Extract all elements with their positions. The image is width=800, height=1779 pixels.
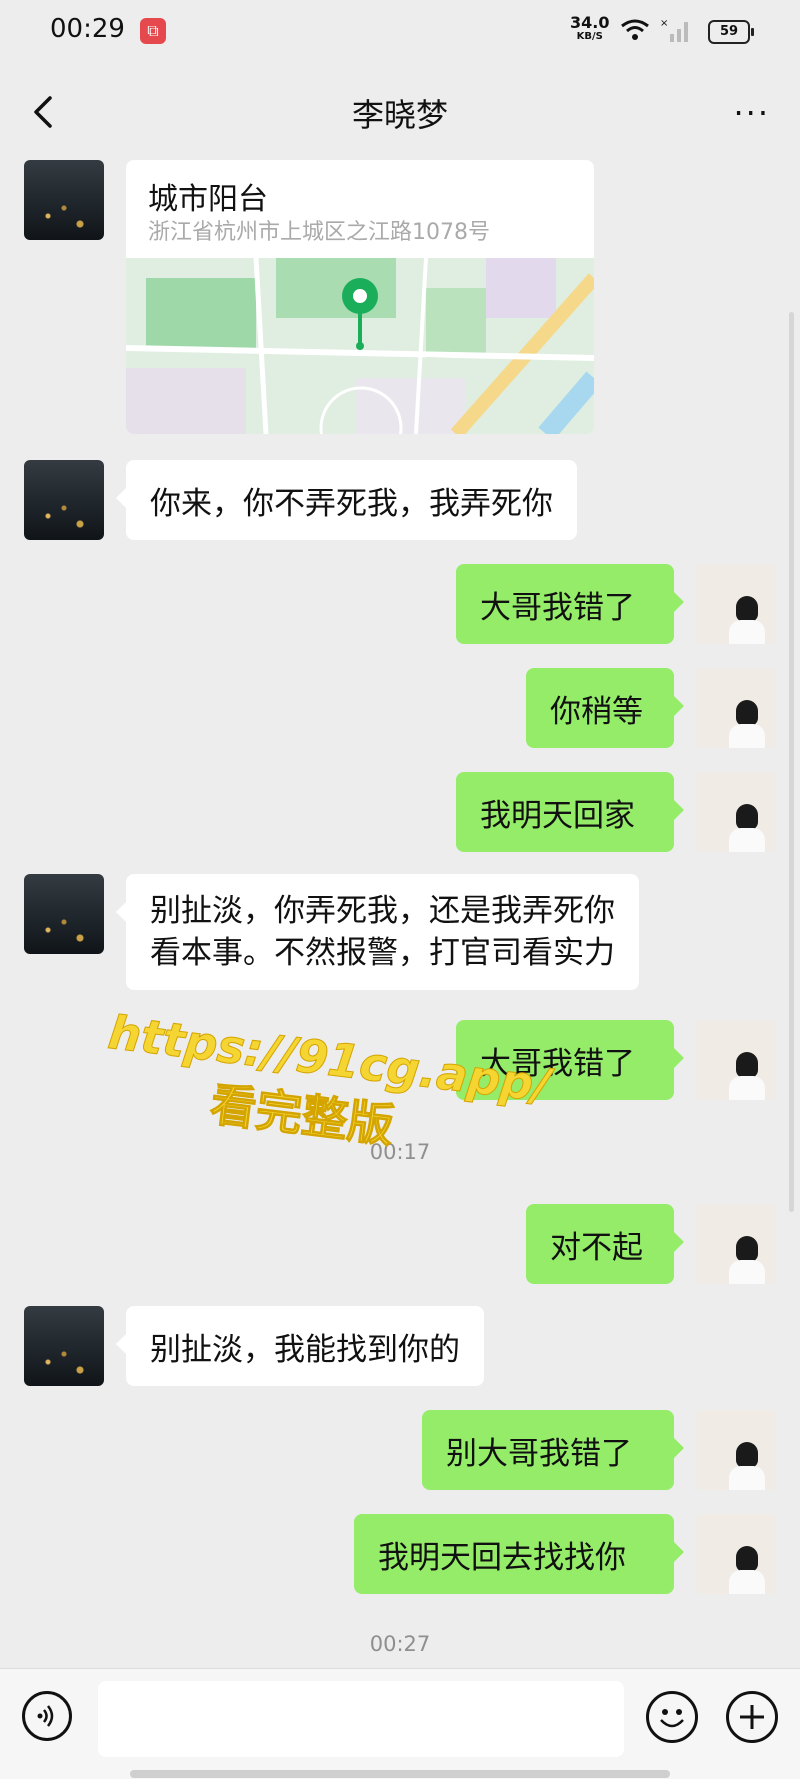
my-avatar[interactable]	[696, 1204, 776, 1284]
my-avatar[interactable]	[696, 1020, 776, 1100]
contact-avatar[interactable]	[24, 460, 104, 540]
incoming-message[interactable]: 你来，你不弄死我，我弄死你	[116, 460, 577, 540]
incoming-message[interactable]: 别扯淡，你弄死我，还是我弄死你 看本事。不然报警，打官司看实力	[116, 874, 639, 990]
voice-icon[interactable]	[22, 1691, 72, 1741]
outgoing-message[interactable]: 大哥我错了	[456, 1020, 684, 1100]
outgoing-message[interactable]: 你稍等	[526, 668, 684, 748]
my-avatar[interactable]	[696, 668, 776, 748]
status-bar: 00:29 ⧉ 34.0 KB/S × 59	[0, 0, 800, 64]
contact-avatar[interactable]	[24, 1306, 104, 1386]
my-avatar[interactable]	[696, 564, 776, 644]
my-avatar[interactable]	[696, 1514, 776, 1594]
message-input[interactable]	[98, 1681, 624, 1757]
my-avatar[interactable]	[696, 1410, 776, 1490]
chat-header: 李晓梦 ···	[0, 64, 800, 156]
location-name: 城市阳台	[148, 182, 268, 217]
incoming-message[interactable]: 别扯淡，我能找到你的	[116, 1306, 484, 1386]
emoji-icon[interactable]	[646, 1691, 698, 1743]
outgoing-message[interactable]: 大哥我错了	[456, 564, 684, 644]
contact-avatar[interactable]	[24, 874, 104, 954]
message-line: 看本事。不然报警，打官司看实力	[150, 935, 615, 971]
svg-text:×: ×	[660, 18, 668, 29]
network-speed-value: 34.0	[570, 13, 610, 32]
contact-avatar[interactable]	[24, 160, 104, 240]
battery-icon: 59	[708, 20, 754, 44]
location-map	[126, 258, 594, 434]
location-address: 浙江省杭州市上城区之江路1078号	[148, 220, 490, 245]
network-speed: 34.0 KB/S	[570, 13, 610, 44]
signal-icon: ×	[660, 18, 688, 42]
home-indicator[interactable]	[130, 1770, 670, 1778]
outgoing-message[interactable]: 别大哥我错了	[422, 1410, 684, 1490]
status-time: 00:29	[50, 14, 125, 44]
chat-title: 李晓梦	[351, 96, 448, 134]
message-line: 别扯淡，你弄死我，还是我弄死你	[150, 893, 615, 929]
outgoing-message[interactable]: 对不起	[526, 1204, 684, 1284]
location-card[interactable]: 城市阳台 浙江省杭州市上城区之江路1078号	[126, 160, 594, 434]
input-bar	[0, 1668, 800, 1779]
more-icon[interactable]: ···	[733, 94, 770, 132]
message-timestamp: 00:27	[369, 1632, 431, 1656]
screen-record-icon: ⧉	[140, 18, 166, 44]
outgoing-message[interactable]: 我明天回去找找你	[354, 1514, 684, 1594]
wifi-icon	[621, 19, 649, 40]
my-avatar[interactable]	[696, 772, 776, 852]
scrollbar[interactable]	[789, 312, 794, 1212]
outgoing-message[interactable]: 我明天回家	[456, 772, 684, 852]
plus-icon[interactable]	[726, 1691, 778, 1743]
network-speed-unit: KB/S	[576, 31, 603, 42]
message-timestamp: 00:17	[369, 1140, 431, 1164]
